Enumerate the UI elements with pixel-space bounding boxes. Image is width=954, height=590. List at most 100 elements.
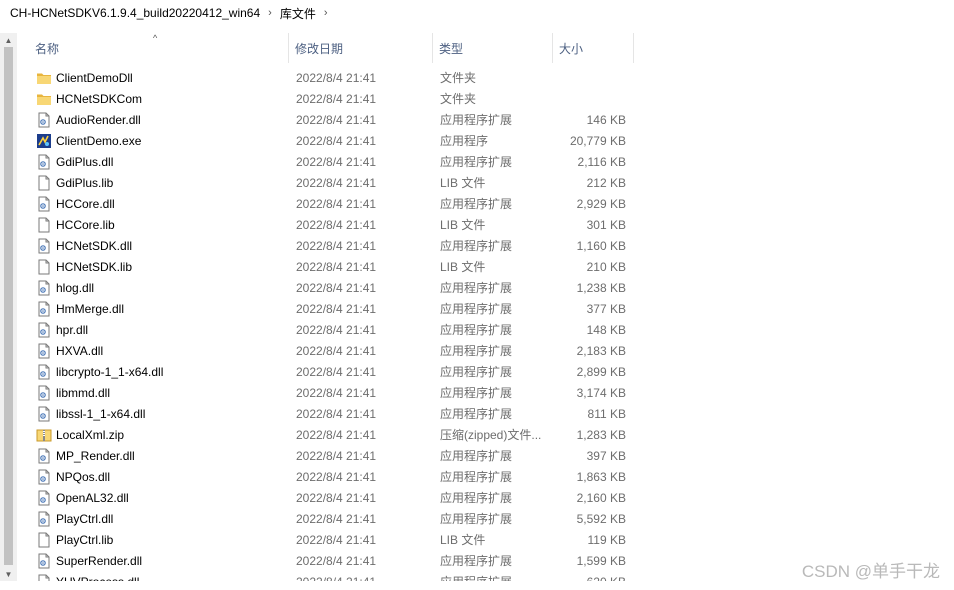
column-size[interactable]: 大小 <box>553 33 634 63</box>
file-row[interactable]: SuperRender.dll 2022/8/4 21:41 应用程序扩展 1,599… <box>29 550 669 571</box>
file-name-cell[interactable]: SuperRender.dll <box>29 553 289 569</box>
file-name-cell[interactable]: HCNetSDK.dll <box>29 238 289 254</box>
file-name: OpenAL32.dll <box>56 490 129 505</box>
file-name: hpr.dll <box>56 322 89 337</box>
file-row[interactable]: ClientDemoDll 2022/8/4 21:41 文件夹 <box>29 67 669 88</box>
file-row[interactable]: PlayCtrl.dll 2022/8/4 21:41 应用程序扩展 5,592 KB <box>29 508 669 529</box>
file-date: 2022/8/4 21:41 <box>296 196 377 211</box>
file-type: 应用程序扩展 <box>440 197 513 211</box>
file-row[interactable]: libmmd.dll 2022/8/4 21:41 应用程序扩展 3,174 KB <box>29 382 669 403</box>
file-name-cell[interactable]: libssl-1_1-x64.dll <box>29 406 289 422</box>
file-name-cell[interactable]: OpenAL32.dll <box>29 490 289 506</box>
file-name-cell[interactable]: libmmd.dll <box>29 385 289 401</box>
file-icon <box>36 217 52 233</box>
file-size: 146 KB <box>586 112 626 127</box>
column-date[interactable]: 修改日期 <box>289 33 433 63</box>
file-date: 2022/8/4 21:41 <box>296 490 377 505</box>
file-date: 2022/8/4 21:41 <box>296 385 377 400</box>
file-name: NPQos.dll <box>56 469 111 484</box>
file-row[interactable]: OpenAL32.dll 2022/8/4 21:41 应用程序扩展 2,160 KB <box>29 487 669 508</box>
file-row[interactable]: ClientDemo.exe 2022/8/4 21:41 应用程序 20,779 K… <box>29 130 669 151</box>
file-name: GdiPlus.dll <box>56 154 114 169</box>
file-row[interactable]: LocalXml.zip 2022/8/4 21:41 压缩(zipped)文件..… <box>29 424 669 445</box>
file-row[interactable]: HCNetSDK.lib 2022/8/4 21:41 LIB 文件 210 KB <box>29 256 669 277</box>
column-name[interactable]: 名称 ^ <box>29 33 289 63</box>
column-type[interactable]: 类型 <box>433 33 553 63</box>
file-row[interactable]: NPQos.dll 2022/8/4 21:41 应用程序扩展 1,863 KB <box>29 466 669 487</box>
file-name-cell[interactable]: hpr.dll <box>29 322 289 338</box>
file-name-cell[interactable]: GdiPlus.lib <box>29 175 289 191</box>
file-row[interactable]: MP_Render.dll 2022/8/4 21:41 应用程序扩展 397 KB <box>29 445 669 466</box>
file-row[interactable]: HCCore.dll 2022/8/4 21:41 应用程序扩展 2,929 KB <box>29 193 669 214</box>
file-row[interactable]: hlog.dll 2022/8/4 21:41 应用程序扩展 1,238 KB <box>29 277 669 298</box>
file-size: 20,779 KB <box>569 133 626 148</box>
file-name-cell[interactable]: HXVA.dll <box>29 343 289 359</box>
file-row[interactable]: HCNetSDKCom 2022/8/4 21:41 文件夹 <box>29 88 669 109</box>
file-size: 2,929 KB <box>576 196 626 211</box>
file-name-cell[interactable]: HCNetSDKCom <box>29 91 289 107</box>
dll-icon <box>36 322 52 338</box>
file-name-cell[interactable]: hlog.dll <box>29 280 289 296</box>
column-date-label: 修改日期 <box>295 41 344 56</box>
file-name-cell[interactable]: NPQos.dll <box>29 469 289 485</box>
file-name-cell[interactable]: AudioRender.dll <box>29 112 289 128</box>
file-date: 2022/8/4 21:41 <box>296 154 377 169</box>
file-name-cell[interactable]: HCCore.dll <box>29 196 289 212</box>
file-row[interactable]: libcrypto-1_1-x64.dll 2022/8/4 21:41 应用程序扩… <box>29 361 669 382</box>
dll-icon <box>36 385 52 401</box>
file-date: 2022/8/4 21:41 <box>296 217 377 232</box>
file-name: PlayCtrl.lib <box>56 532 114 547</box>
file-name-cell[interactable]: LocalXml.zip <box>29 427 289 443</box>
file-row[interactable]: YUVProcess.dll 2022/8/4 21:41应用程序扩展620 KB <box>29 571 669 581</box>
file-name-cell[interactable]: PlayCtrl.dll <box>29 511 289 527</box>
scroll-down-icon[interactable]: ▼ <box>0 567 17 581</box>
file-type: 应用程序扩展 <box>440 554 513 568</box>
file-name-cell[interactable]: ClientDemoDll <box>29 70 289 86</box>
folder-icon <box>36 70 52 86</box>
dll-icon <box>36 112 52 128</box>
file-icon <box>36 175 52 191</box>
breadcrumb-folder[interactable]: CH-HCNetSDKV6.1.9.4_build20220412_win64 <box>6 6 264 20</box>
file-name: ClientDemoDll <box>56 70 133 85</box>
file-name-cell[interactable]: HCCore.lib <box>29 217 289 233</box>
file-date: 2022/8/4 21:41 <box>296 511 377 526</box>
file-row[interactable]: HCCore.lib 2022/8/4 21:41 LIB 文件 301 KB <box>29 214 669 235</box>
sort-ascending-icon: ^ <box>153 33 158 43</box>
file-name-cell[interactable]: MP_Render.dll <box>29 448 289 464</box>
file-row[interactable]: GdiPlus.dll 2022/8/4 21:41 应用程序扩展 2,116 KB <box>29 151 669 172</box>
file-date: 2022/8/4 21:41 <box>296 427 377 442</box>
file-row[interactable]: hpr.dll 2022/8/4 21:41 应用程序扩展 148 KB <box>29 319 669 340</box>
chevron-right-icon[interactable]: › <box>320 7 332 19</box>
column-type-label: 类型 <box>439 41 464 56</box>
file-size: 119 KB <box>587 532 626 547</box>
file-date: 2022/8/4 21:41 <box>296 532 377 547</box>
file-row[interactable]: libssl-1_1-x64.dll 2022/8/4 21:41 应用程序扩展 81… <box>29 403 669 424</box>
file-row[interactable]: HmMerge.dll 2022/8/4 21:41 应用程序扩展 377 KB <box>29 298 669 319</box>
file-row[interactable]: HCNetSDK.dll 2022/8/4 21:41 应用程序扩展 1,160 KB <box>29 235 669 256</box>
file-date: 2022/8/4 21:41 <box>296 448 377 463</box>
vertical-scrollbar[interactable]: ▲ ▼ <box>0 33 17 581</box>
file-name-cell[interactable]: HCNetSDK.lib <box>29 259 289 275</box>
file-name-cell[interactable]: GdiPlus.dll <box>29 154 289 170</box>
file-row[interactable]: AudioRender.dll 2022/8/4 21:41 应用程序扩展 146 K… <box>29 109 669 130</box>
file-name-cell[interactable]: YUVProcess.dll <box>29 574 289 581</box>
file-row[interactable]: HXVA.dll 2022/8/4 21:41 应用程序扩展 2,183 KB <box>29 340 669 361</box>
breadcrumb-current[interactable]: 库文件 <box>276 5 320 22</box>
chevron-right-icon[interactable]: › <box>264 7 276 19</box>
file-row[interactable]: PlayCtrl.lib 2022/8/4 21:41 LIB 文件 119 KB <box>29 529 669 550</box>
scrollbar-thumb[interactable] <box>4 47 13 565</box>
file-size: 1,160 KB <box>576 238 626 253</box>
file-date: 2022/8/4 21:41 <box>296 70 377 85</box>
file-name-cell[interactable]: ClientDemo.exe <box>29 133 289 149</box>
dll-icon <box>36 574 52 581</box>
file-size: 1,863 KB <box>576 469 626 484</box>
file-type: LIB 文件 <box>440 218 486 232</box>
file-size: 620 KB <box>556 575 626 582</box>
watermark: CSDN @单手干龙 <box>801 562 940 581</box>
scroll-up-icon[interactable]: ▲ <box>0 33 17 47</box>
file-name-cell[interactable]: HmMerge.dll <box>29 301 289 317</box>
file-size: 148 KB <box>586 322 626 337</box>
file-row[interactable]: GdiPlus.lib 2022/8/4 21:41 LIB 文件 212 KB <box>29 172 669 193</box>
file-name-cell[interactable]: libcrypto-1_1-x64.dll <box>29 364 289 380</box>
file-name-cell[interactable]: PlayCtrl.lib <box>29 532 289 548</box>
